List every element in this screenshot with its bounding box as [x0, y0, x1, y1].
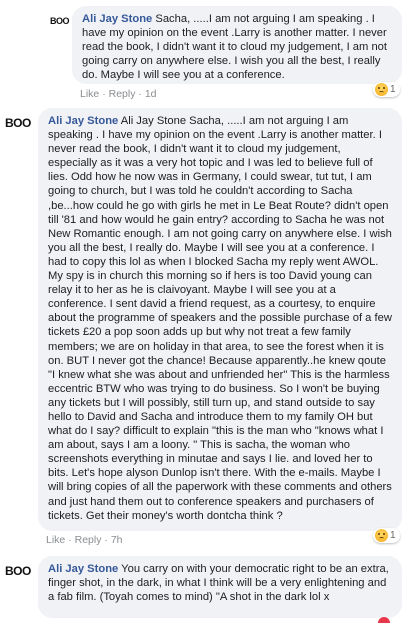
comment-text: Ali Jay Stone Ali Jay Stone Sacha, .....… [48, 114, 392, 523]
like-button[interactable]: Like [80, 88, 99, 100]
comment-2: BOO Ali Jay Stone Ali Jay Stone Sacha, .… [0, 108, 416, 548]
timestamp[interactable]: 1d [145, 88, 157, 100]
comment-body: Ali Jay Stone Sacha, .....I am not argui… [48, 115, 392, 522]
comment-1: BOO Ali Jay Stone Sacha, .....I am not a… [0, 0, 416, 106]
comment-actions: Like · Reply · 1d [80, 88, 157, 100]
comment-actions: Like · Reply · 7h [46, 534, 123, 546]
reaction-badge[interactable]: 1 [373, 528, 400, 543]
reaction-badge[interactable]: 1 [373, 82, 400, 97]
comment-bubble: Ali Jay Stone Sacha, .....I am not argui… [72, 6, 402, 84]
sad-emoji-icon [375, 529, 388, 542]
author-name[interactable]: Ali Jay Stone [48, 115, 118, 127]
sad-emoji-icon [375, 83, 388, 96]
reaction-count: 1 [390, 530, 396, 541]
author-name[interactable]: Ali Jay Stone [48, 563, 118, 575]
comment-bubble: Ali Jay Stone Ali Jay Stone Sacha, .....… [38, 108, 402, 531]
reply-button[interactable]: Reply [109, 88, 136, 100]
like-button[interactable]: Like [46, 534, 65, 546]
author-name[interactable]: Ali Jay Stone [82, 13, 152, 25]
timestamp[interactable]: 7h [111, 534, 123, 546]
reaction-icon[interactable] [378, 617, 390, 623]
avatar[interactable]: BOO [5, 564, 31, 578]
reply-button[interactable]: Reply [75, 534, 102, 546]
avatar[interactable]: BOO [50, 16, 70, 26]
comment-text: Ali Jay Stone You carry on with your dem… [48, 562, 392, 604]
reaction-count: 1 [390, 84, 396, 95]
avatar[interactable]: BOO [5, 116, 31, 130]
comment-text: Ali Jay Stone Sacha, .....I am not argui… [82, 12, 392, 82]
comment-3: BOO Ali Jay Stone You carry on with your… [0, 556, 416, 623]
comment-bubble: Ali Jay Stone You carry on with your dem… [38, 556, 402, 618]
